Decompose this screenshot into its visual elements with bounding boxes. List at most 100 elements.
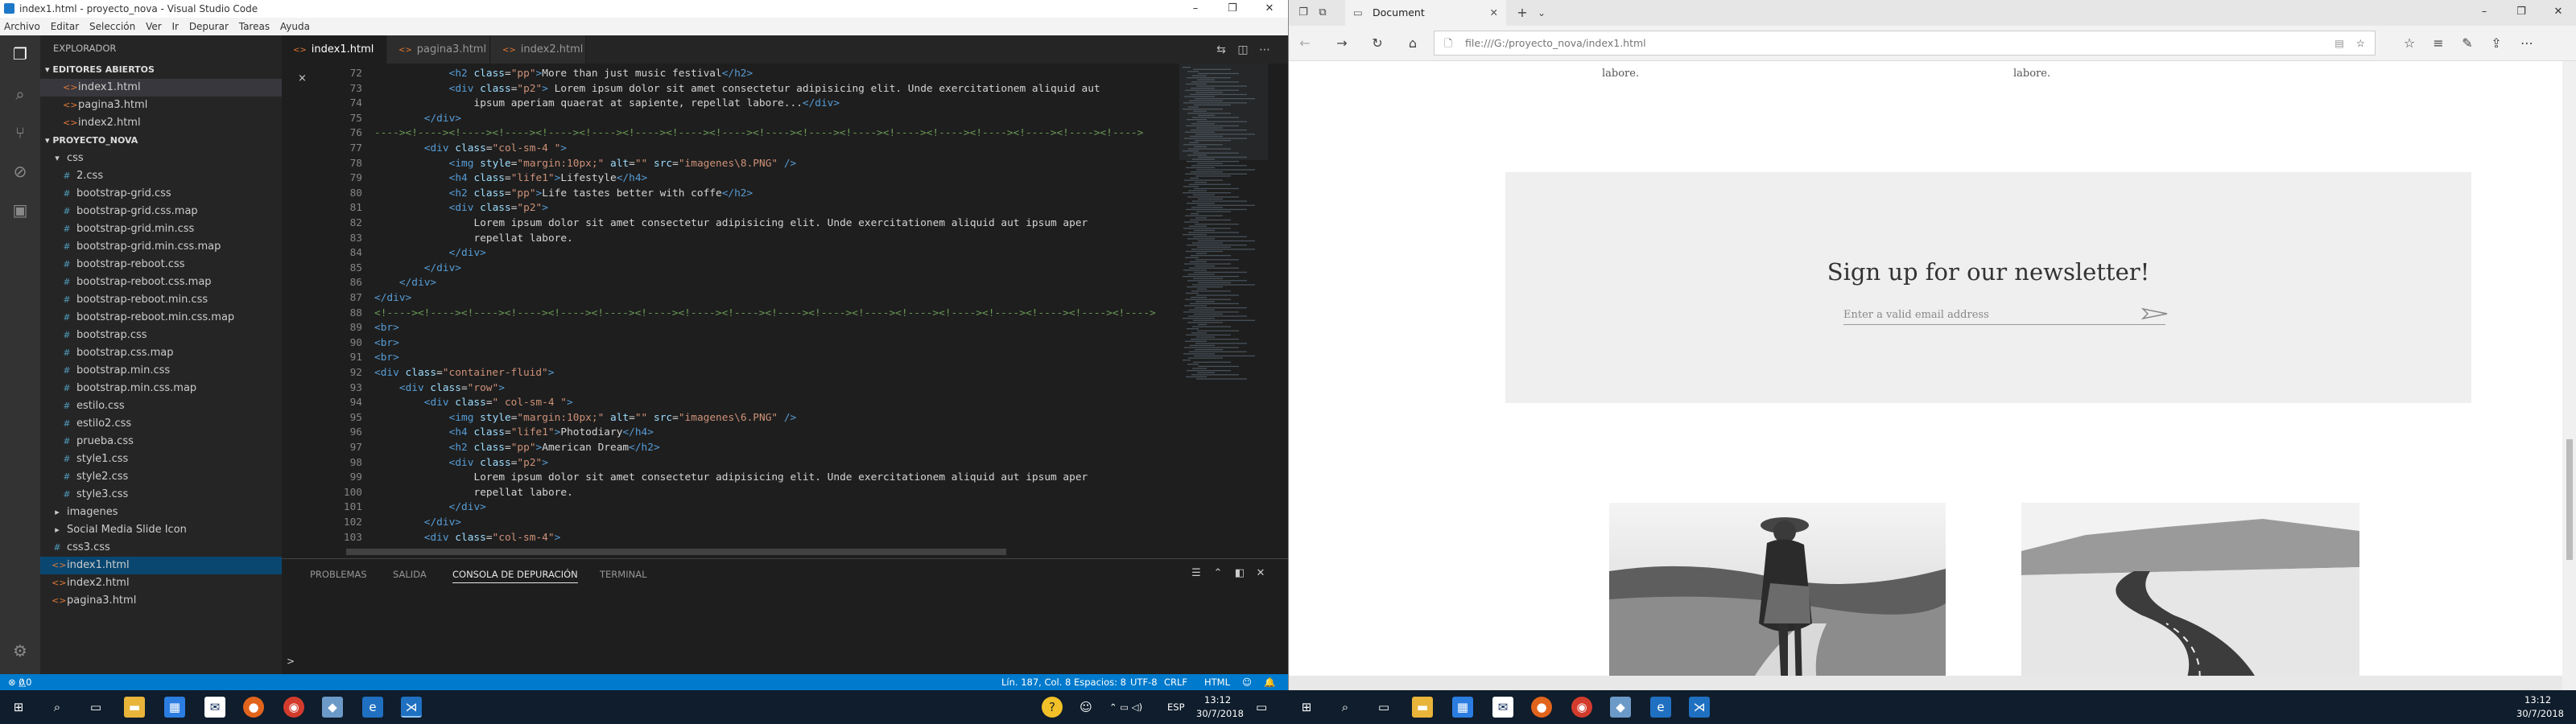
- tab-close-icon[interactable]: ✕: [1490, 0, 1498, 26]
- email-input[interactable]: Enter a valid email address: [1843, 306, 2165, 325]
- share-icon[interactable]: ⇪: [2487, 34, 2506, 53]
- back-icon[interactable]: ←: [1295, 34, 1315, 53]
- maximize-icon[interactable]: ❐: [1214, 0, 1251, 18]
- clock-time[interactable]: 13:12: [2524, 694, 2551, 705]
- open-editors-section[interactable]: ▾ EDITORES ABIERTOS: [40, 61, 282, 79]
- editor-horizontal-scrollbar[interactable]: [346, 549, 1006, 555]
- menu-editar[interactable]: Editar: [51, 21, 80, 32]
- tree-file[interactable]: # bootstrap-reboot.min.css: [40, 291, 282, 309]
- firefox-icon[interactable]: ●: [1531, 697, 1552, 718]
- browser-horizontal-scrollbar[interactable]: [1289, 676, 2562, 690]
- tree-file[interactable]: # estilo.css: [40, 397, 282, 415]
- debug-icon[interactable]: ⊘: [10, 161, 31, 182]
- encoding-status[interactable]: UTF-8: [1130, 674, 1158, 690]
- tree-file[interactable]: # style1.css: [40, 450, 282, 468]
- minimize-icon[interactable]: –: [1177, 0, 1214, 18]
- tree-file[interactable]: # estilo2.css: [40, 415, 282, 433]
- browser-scroll-thumb[interactable]: [2566, 439, 2573, 560]
- reading-list-icon[interactable]: ≡: [2429, 34, 2448, 53]
- tree-file[interactable]: # bootstrap-grid.css: [40, 185, 282, 203]
- open-editor-item[interactable]: <>pagina3.html: [40, 97, 282, 114]
- settings-gear-icon[interactable]: ⚙: [10, 640, 31, 661]
- start-windows-icon[interactable]: ⊞: [1296, 697, 1317, 718]
- firefox-icon[interactable]: ●: [243, 697, 264, 718]
- close-panel-icon[interactable]: ✕: [1254, 567, 1267, 580]
- console-prompt[interactable]: >: [287, 656, 295, 667]
- send-icon[interactable]: [2140, 306, 2169, 325]
- tab-salida[interactable]: SALIDA: [393, 566, 427, 583]
- home-icon[interactable]: ⌂: [1403, 34, 1422, 53]
- tab-set-aside-icon[interactable]: ❐: [1294, 3, 1313, 23]
- chevron-up-icon[interactable]: ⌃: [1212, 567, 1224, 580]
- action-center-icon[interactable]: ▭: [1256, 700, 1267, 714]
- open-editor-item[interactable]: <>index1.html: [40, 79, 282, 97]
- tree-file[interactable]: # bootstrap.css: [40, 327, 282, 344]
- panel-layout-icon[interactable]: ◧: [1233, 567, 1246, 580]
- vscode-taskbar-icon[interactable]: ⋊: [401, 697, 422, 718]
- tree-file[interactable]: # bootstrap-grid.min.css.map: [40, 238, 282, 256]
- open-editor-item[interactable]: <>index2.html: [40, 114, 282, 132]
- menu-depurar[interactable]: Depurar: [189, 21, 229, 32]
- store-icon[interactable]: ▦: [164, 697, 185, 718]
- start-windows-icon[interactable]: ⊞: [8, 697, 29, 718]
- menu-ir[interactable]: Ir: [172, 21, 179, 32]
- errors-status[interactable]: ⊗ 0 △ 0: [8, 674, 31, 690]
- tab-preview-icon[interactable]: ⧉: [1313, 3, 1332, 23]
- tab-index1[interactable]: <> index1.html ×: [282, 35, 386, 84]
- tree-file[interactable]: # prueba.css: [40, 433, 282, 450]
- menu-tareas[interactable]: Tareas: [239, 21, 270, 32]
- tree-file[interactable]: # bootstrap-grid.css.map: [40, 203, 282, 220]
- new-tab-icon[interactable]: +: [1513, 3, 1532, 23]
- web-note-icon[interactable]: ✎: [2458, 34, 2477, 53]
- close-icon[interactable]: ✕: [1251, 0, 1288, 18]
- browser-minimize-icon[interactable]: –: [2466, 3, 2503, 21]
- tree-file[interactable]: # bootstrap.css.map: [40, 344, 282, 362]
- language-status[interactable]: HTML: [1204, 674, 1230, 690]
- task-view-icon[interactable]: ▭: [1373, 697, 1394, 718]
- clock-date[interactable]: 30/7/2018: [1196, 708, 1244, 719]
- file-explorer-icon[interactable]: ▬: [1412, 697, 1433, 718]
- tree-file[interactable]: <>pagina3.html: [40, 592, 282, 610]
- tab-index2[interactable]: <> index2.html: [491, 35, 586, 64]
- tree-file[interactable]: #2.css: [40, 167, 282, 185]
- mail-icon[interactable]: ✉: [1492, 697, 1513, 718]
- open-preview-icon[interactable]: ⇆: [1214, 43, 1228, 57]
- eol-status[interactable]: CRLF: [1164, 674, 1187, 690]
- tree-file[interactable]: # bootstrap-reboot.css.map: [40, 274, 282, 291]
- tree-folder[interactable]: ▸ Social Media Slide Icon: [40, 521, 282, 539]
- task-view-icon[interactable]: ▭: [85, 697, 106, 718]
- explorer-icon[interactable]: ❐: [10, 43, 31, 64]
- browser-tab[interactable]: ▭ Document ✕: [1345, 0, 1506, 26]
- tree-file[interactable]: # bootstrap-reboot.min.css.map: [40, 309, 282, 327]
- edge-icon[interactable]: e: [1650, 697, 1671, 718]
- extensions-icon[interactable]: ▣: [10, 200, 31, 220]
- feedback-icon[interactable]: ☺: [1242, 674, 1252, 690]
- browser-vertical-scrollbar[interactable]: [2562, 61, 2576, 690]
- menu-ver[interactable]: Ver: [146, 21, 162, 32]
- tray-chevron-icon[interactable]: ⌃ ▭ ◁): [1109, 701, 1142, 713]
- language-indicator[interactable]: ESP: [1167, 701, 1185, 713]
- indent-status[interactable]: Espacios: 8: [1074, 674, 1126, 690]
- refresh-icon[interactable]: ↻: [1368, 34, 1387, 53]
- clock-date[interactable]: 30/7/2018: [2516, 708, 2564, 719]
- favorites-icon[interactable]: ☆: [2400, 34, 2419, 53]
- tab-terminal[interactable]: TERMINAL: [600, 566, 646, 583]
- clear-console-icon[interactable]: ☰: [1190, 567, 1203, 580]
- chrome-icon[interactable]: ◉: [283, 697, 304, 718]
- code-editor[interactable]: 72 <h2 class="pp">More than just music fe…: [282, 64, 1183, 558]
- store-icon[interactable]: ▦: [1452, 697, 1473, 718]
- tab-list-chevron-icon[interactable]: ⌄: [1532, 3, 1551, 23]
- browser-close-icon[interactable]: ✕: [2540, 3, 2576, 21]
- cursor-position[interactable]: Lín. 187, Col. 8: [1001, 674, 1071, 690]
- menu-archivo[interactable]: Archivo: [4, 21, 40, 32]
- app-icon[interactable]: ◆: [322, 697, 343, 718]
- source-control-icon[interactable]: ⑂: [10, 122, 31, 143]
- search-icon[interactable]: ⌕: [10, 84, 31, 105]
- menu-ayuda[interactable]: Ayuda: [280, 21, 310, 32]
- forward-icon[interactable]: →: [1332, 34, 1352, 53]
- more-actions-icon[interactable]: ⋯: [1257, 43, 1272, 57]
- tab-problemas[interactable]: PROBLEMAS: [310, 566, 367, 583]
- tree-file[interactable]: # style2.css: [40, 468, 282, 486]
- edge-icon[interactable]: e: [362, 697, 383, 718]
- tree-file[interactable]: # bootstrap-reboot.css: [40, 256, 282, 274]
